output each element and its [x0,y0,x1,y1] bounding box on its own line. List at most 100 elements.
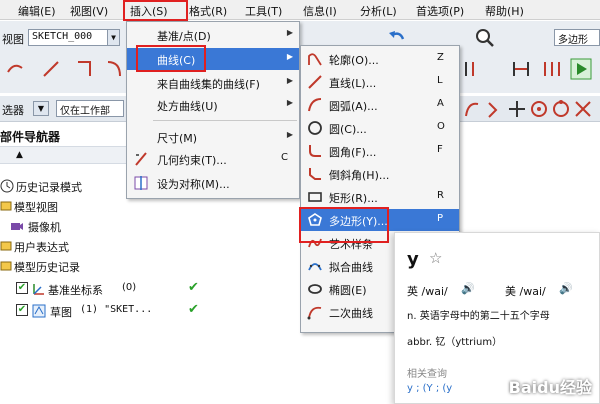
navigator-title: 部件导航器 [0,130,61,144]
dict-us-pron: 美 /wai/ [505,285,546,298]
parallel-tool-icon[interactable] [540,58,562,80]
menu-item-label: 圆角(F)... [329,146,377,159]
nav-row-model-views[interactable]: 模型视图 [0,196,300,216]
constraint-tool-icon[interactable] [462,58,484,80]
menu-edit[interactable]: 编辑(E) [18,3,56,19]
menu-item-shortcut: R [437,190,444,201]
snap-curve-icon[interactable] [462,98,484,120]
menu-item-label: 基准/点(D) [157,30,211,43]
arc-icon [308,98,322,112]
snap-point-icon[interactable] [572,98,594,120]
status-check-icon: ✔ [188,302,199,317]
curve-menu-circle[interactable]: 圆(C)... O [301,117,459,139]
nav-row-user-expressions[interactable]: 用户表达式 [0,236,300,256]
menu-item-shortcut: L [437,75,443,86]
menu-item-shortcut: A [437,98,444,109]
status-check-icon: ✔ [188,280,199,295]
zoom-icon[interactable] [474,27,496,49]
nav-row-datum-csys[interactable]: ✔ 基准坐标系 (0) ✔ [0,279,300,299]
menu-item-label: 来自曲线集的曲线(F) [157,78,260,91]
fillet-tool-icon[interactable] [104,58,126,80]
menu-item-shortcut: Z [437,52,444,63]
nav-row-label: 草图 [50,306,72,319]
dimension-tool-icon[interactable] [510,58,532,80]
corner-tool-icon[interactable] [74,58,96,80]
menu-analysis[interactable]: 分析(L) [360,3,397,19]
menu-item-shortcut: O [437,121,445,132]
insert-menu-datum-point[interactable]: 基准/点(D) ▶ [127,24,299,46]
curve-menu-fillet[interactable]: 圆角(F)... F [301,140,459,162]
favorite-star-icon[interactable]: ☆ [429,249,442,267]
fillet-icon [309,145,321,157]
chevron-down-icon[interactable]: ▼ [33,101,49,116]
menu-preferences[interactable]: 首选项(P) [416,3,464,19]
sketch-combo-value: SKETCH_000 [32,31,93,42]
menu-info[interactable]: 信息(I) [303,3,337,19]
dict-related-links[interactable]: y ; (Y ; (y [407,383,452,394]
polygon-item-callout [299,207,389,243]
checkbox-checked[interactable]: ✔ [16,282,28,294]
menu-item-shortcut: P [437,213,444,224]
insert-menu-curve-from-curves[interactable]: 来自曲线集的曲线(F) ▶ [127,72,299,94]
menu-item-label: 倒斜角(H)... [329,169,390,182]
expressions-icon [0,241,12,251]
menu-item-shortcut: C [281,152,288,163]
filter-label: 选器 [2,104,24,117]
submenu-arrow-icon: ▶ [286,28,293,37]
menu-separator [153,120,297,121]
snap-cross-icon[interactable] [506,98,528,120]
curve-menu-arc[interactable]: 圆弧(A)... A [301,94,459,116]
nav-row-sketch[interactable]: ✔ 草图 (1) "SKET... ✔ [0,301,300,321]
menu-tools[interactable]: 工具(T) [245,3,282,19]
sketch-combo[interactable]: SKETCH_000 ▼ [28,29,120,46]
datum-csys-icon [33,284,44,295]
line-tool-icon[interactable] [40,58,62,80]
curve-menu-rectangle[interactable]: 矩形(R)... R [301,186,459,208]
profile-icon [308,53,322,66]
dict-word: y [407,249,419,270]
symmetric-icon [134,176,148,190]
curve-menu-profile[interactable]: 轮廓(O)... Z [301,48,459,70]
snap-quadrant-icon[interactable] [550,98,572,120]
profile-tool-icon[interactable] [6,58,28,80]
curve-menu-line[interactable]: 直线(L)... L [301,71,459,93]
nav-row-model-history[interactable]: 模型历史记录 [0,256,300,276]
dict-related-label: 相关查询 [407,369,447,380]
checkbox-checked[interactable]: ✔ [16,304,28,316]
menu-item-label: 椭圆(E) [329,284,367,297]
line-icon [308,75,322,89]
command-search-combo[interactable]: 多边形 [554,29,600,46]
nav-row-cameras[interactable]: 摄像机 [0,216,300,236]
insert-menu-dimension[interactable]: 尺寸(M) ▶ [127,126,299,148]
nav-row-extra: (0) [122,282,137,293]
curve-item-callout [136,45,206,72]
menu-item-label: 拟合曲线 [329,261,373,274]
speaker-icon[interactable]: 🔊 [461,282,475,295]
ellipse-icon [308,284,322,294]
snap-end-icon[interactable] [484,98,506,120]
history-clock-icon [0,179,14,193]
insert-menu-geometric-constraint[interactable]: 几何约束(T)... C [127,148,299,170]
submenu-arrow-icon: ▶ [286,130,293,139]
sort-asc-icon[interactable]: ▲ [16,150,23,160]
snap-center-icon[interactable] [528,98,550,120]
nav-row-label: 基准坐标系 [48,284,103,297]
curve-menu-chamfer[interactable]: 倒斜角(H)... [301,163,459,185]
insert-menu-make-symmetric[interactable]: 设为对称(M)... [127,172,299,194]
play-tool-icon[interactable] [570,58,592,80]
scope-combo[interactable]: 仅在工作部 [56,100,124,117]
menu-item-label: 矩形(R)... [329,192,378,205]
chevron-down-icon[interactable]: ▼ [107,30,119,45]
menu-view[interactable]: 视图(V) [70,3,108,19]
insert-menu-recipe-curve[interactable]: 处方曲线(U) ▶ [127,94,299,116]
nav-row-label: 摄像机 [28,221,61,234]
menu-format[interactable]: 格式(R) [189,3,227,19]
command-search-value: 多边形 [558,35,588,46]
menu-item-label: 二次曲线 [329,307,373,320]
nav-row-label: 历史记录模式 [16,181,82,194]
menu-help[interactable]: 帮助(H) [485,3,524,19]
sketch-icon [32,304,46,318]
fit-curve-icon [308,263,322,271]
speaker-icon[interactable]: 🔊 [559,282,573,295]
menu-item-label: 圆弧(A)... [329,100,378,113]
